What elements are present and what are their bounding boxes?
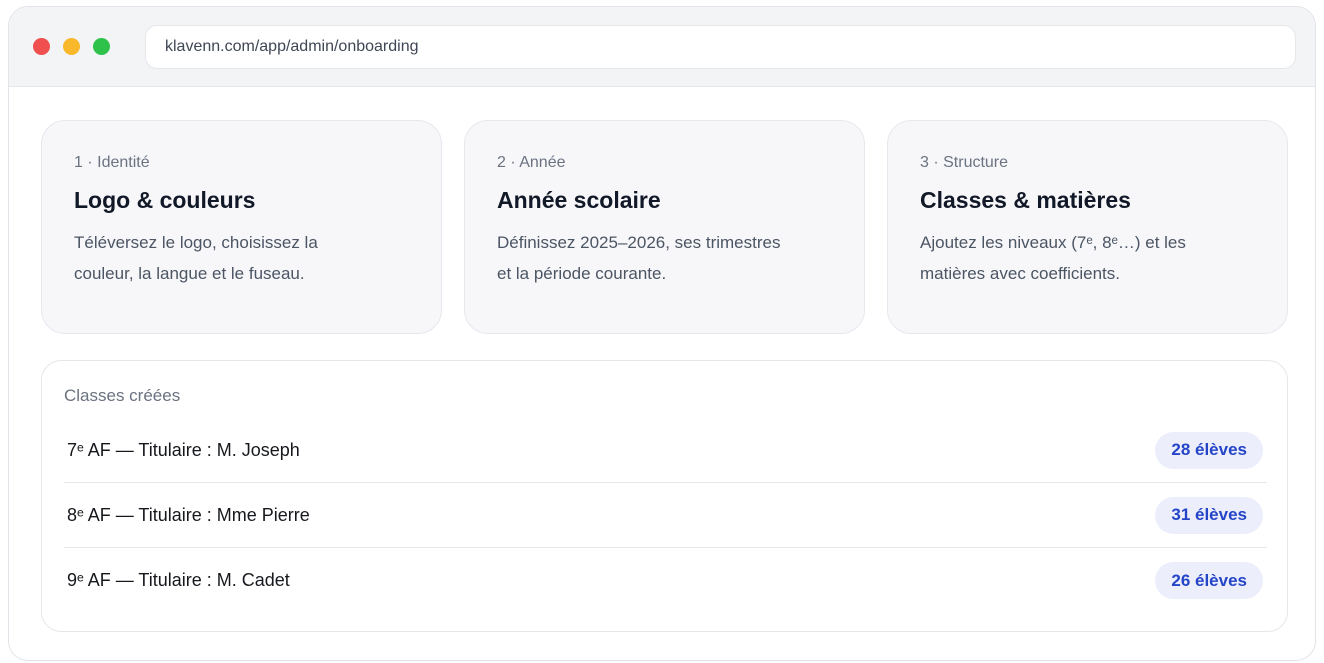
close-dot-icon[interactable]: [33, 38, 50, 55]
class-row[interactable]: 8ᵉ AF — Titulaire : Mme Pierre 31 élèves: [64, 483, 1267, 548]
step-description-line: Téléversez le logo, choisissez la: [74, 233, 318, 252]
step-title: Classes & matières: [920, 187, 1131, 213]
step-title: Année scolaire: [497, 187, 661, 213]
student-count-badge: 31 élèves: [1155, 496, 1263, 534]
step-description-line: matières avec coefficients.: [920, 264, 1120, 283]
window-controls: [33, 38, 110, 55]
step-label: 2 · Année: [497, 154, 566, 171]
step-description: Téléversez le logo, choisissez la couleu…: [74, 227, 425, 289]
classes-list: 7ᵉ AF — Titulaire : M. Joseph 28 élèves …: [64, 418, 1267, 613]
classes-panel: Classes créées 7ᵉ AF — Titulaire : M. Jo…: [41, 360, 1288, 632]
class-row[interactable]: 7ᵉ AF — Titulaire : M. Joseph 28 élèves: [64, 418, 1267, 483]
class-row-label: 9ᵉ AF — Titulaire : M. Cadet: [67, 570, 290, 590]
minimize-dot-icon[interactable]: [63, 38, 80, 55]
onboarding-content: 1 · Identité Logo & couleurs Téléversez …: [9, 87, 1315, 632]
browser-window: klavenn.com/app/admin/onboarding 1 · Ide…: [8, 6, 1316, 661]
class-row-label: 7ᵉ AF — Titulaire : M. Joseph: [67, 439, 300, 460]
browser-toolbar: klavenn.com/app/admin/onboarding: [9, 7, 1315, 87]
step-description-line: et la période courante.: [497, 264, 667, 283]
class-row[interactable]: 9ᵉ AF — Titulaire : M. Cadet 26 élèves: [64, 548, 1267, 613]
step-description-line: couleur, la langue et le fuseau.: [74, 264, 305, 283]
address-bar[interactable]: klavenn.com/app/admin/onboarding: [145, 24, 1296, 69]
address-bar-url: klavenn.com/app/admin/onboarding: [165, 37, 419, 55]
step-description-line: Définissez 2025–2026, ses trimestres: [497, 233, 781, 252]
step-description-line: Ajoutez les niveaux (7ᵉ, 8ᵉ…) et les: [920, 233, 1186, 252]
class-row-label: 8ᵉ AF — Titulaire : Mme Pierre: [67, 504, 310, 525]
step-description: Ajoutez les niveaux (7ᵉ, 8ᵉ…) et les mat…: [920, 227, 1271, 289]
maximize-dot-icon[interactable]: [93, 38, 110, 55]
classes-panel-title: Classes créées: [64, 386, 181, 405]
step-card-annee[interactable]: 2 · Année Année scolaire Définissez 2025…: [464, 120, 865, 334]
student-count-badge: 26 élèves: [1155, 562, 1263, 599]
step-card-identite[interactable]: 1 · Identité Logo & couleurs Téléversez …: [41, 120, 442, 334]
step-card-structure[interactable]: 3 · Structure Classes & matières Ajoutez…: [887, 120, 1288, 334]
step-label: 3 · Structure: [920, 154, 1009, 171]
onboarding-steps: 1 · Identité Logo & couleurs Téléversez …: [41, 120, 1315, 334]
step-description: Définissez 2025–2026, ses trimestres et …: [497, 227, 848, 289]
step-title: Logo & couleurs: [74, 187, 256, 213]
student-count-badge: 28 élèves: [1155, 431, 1263, 469]
step-label: 1 · Identité: [74, 154, 150, 171]
